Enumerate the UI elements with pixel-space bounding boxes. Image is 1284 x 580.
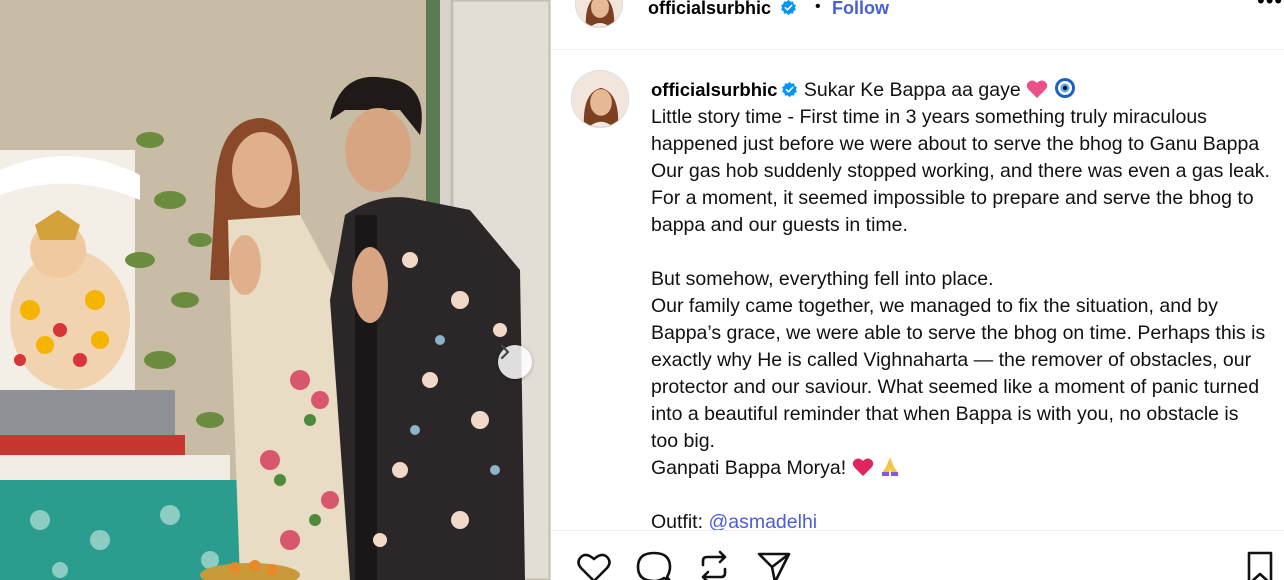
caption-paragraph-3: Our family came together, we managed to …	[651, 295, 1266, 452]
caption-line-2: But somehow, everything fell into place.	[651, 268, 994, 290]
heart-emoji	[852, 458, 873, 476]
pink-heart-emoji	[1026, 80, 1048, 98]
evil-eye-emoji	[1054, 78, 1075, 98]
heart-outline-icon[interactable]	[575, 548, 613, 580]
more-options-icon[interactable]: •••	[1257, 0, 1283, 14]
caption-avatar[interactable]	[571, 70, 629, 128]
caption-line-4: Ganpati Bappa Morya!	[651, 457, 847, 479]
post-image	[0, 0, 550, 580]
caption-text: officialsurbhic Sukar Ke Bappa aa gaye L…	[651, 76, 1271, 536]
next-image-button[interactable]	[498, 345, 532, 379]
bookmark-icon[interactable]	[1245, 550, 1275, 580]
chevron-right-icon	[500, 345, 510, 359]
folded-hands-emoji	[881, 457, 898, 476]
username-text[interactable]: officialsurbhic	[648, 0, 771, 18]
verified-badge-icon	[781, 0, 797, 16]
post-actions	[575, 548, 793, 580]
repost-icon[interactable]	[695, 548, 733, 580]
caption-username[interactable]: officialsurbhic	[651, 79, 777, 100]
follow-button[interactable]: Follow	[832, 0, 889, 19]
verified-badge-icon	[782, 81, 798, 98]
post-header: officialsurbhic • Follow •••	[551, 0, 1284, 50]
avatar[interactable]	[575, 0, 623, 28]
comment-bubble-icon[interactable]	[635, 548, 673, 580]
separator-dot: •	[815, 0, 821, 15]
paper-plane-icon[interactable]	[755, 548, 793, 580]
post-author-username[interactable]: officialsurbhic	[648, 0, 797, 19]
profile-photo	[572, 71, 628, 127]
post-details-panel: officialsurbhic • Follow ••• officialsur…	[550, 0, 1284, 580]
caption-headline: Sukar Ke Bappa aa gaye	[803, 79, 1021, 101]
actions-divider	[551, 530, 1284, 531]
post-photo[interactable]	[0, 0, 550, 580]
caption-paragraph-1: Little story time - First time in 3 year…	[651, 106, 1270, 236]
profile-photo	[576, 0, 622, 27]
